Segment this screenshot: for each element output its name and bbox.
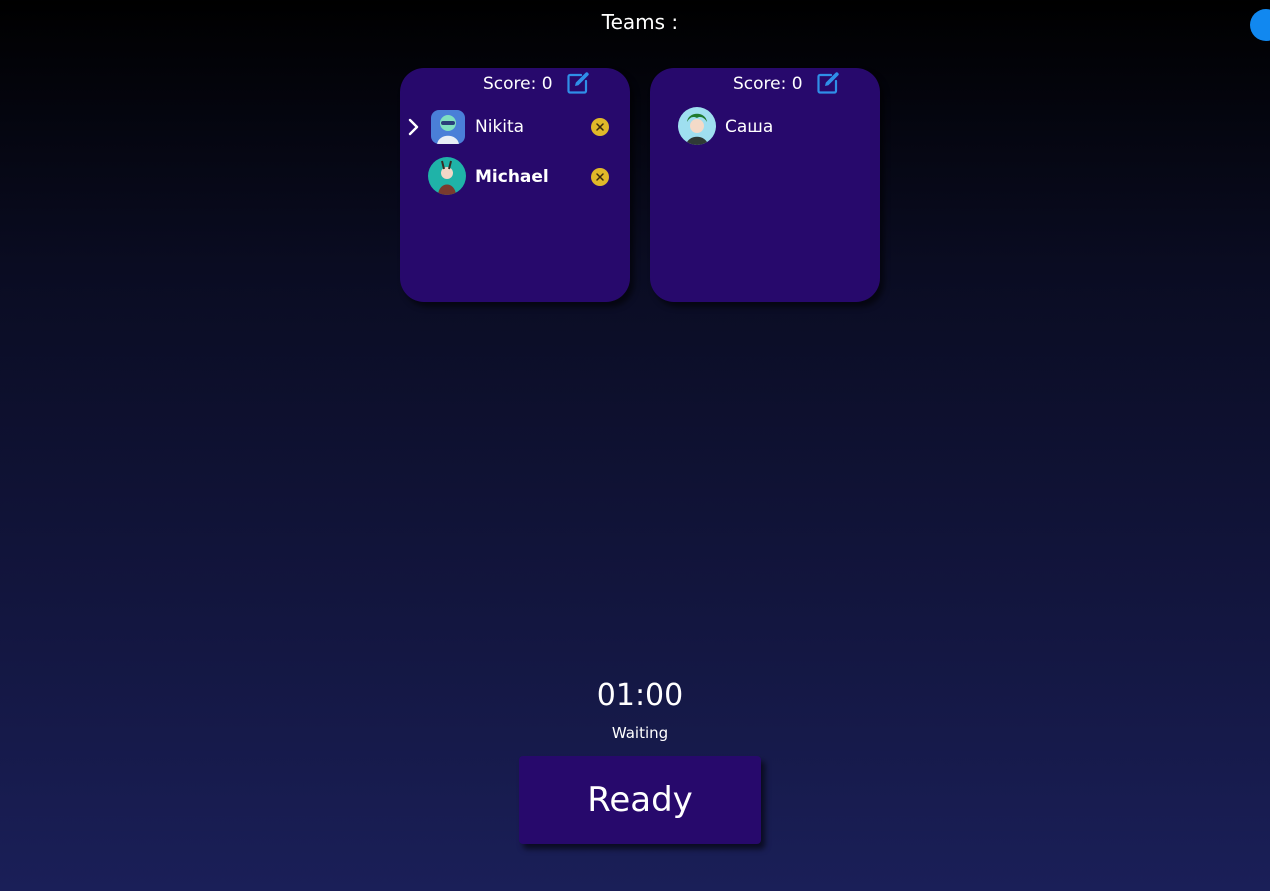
player-name: Nikita [475,117,525,137]
avatar-nikita [431,110,465,144]
game-status: Waiting [611,724,669,742]
player-name: Michael [475,167,549,187]
team-2-score: Score: 0 [733,74,803,94]
edit-icon [817,72,839,94]
avatar-michael [428,157,466,195]
chevron-right-icon [408,118,419,136]
player-name: Саша [725,117,774,137]
team-2-edit-button[interactable] [816,71,840,95]
team-card-2 [650,68,880,302]
edit-icon [567,72,589,94]
connection-indicator[interactable] [1250,9,1270,41]
page-title: Teams : [601,10,679,34]
ready-button[interactable]: Ready [519,756,761,844]
close-icon [596,123,604,131]
team-1-edit-button[interactable] [566,71,590,95]
remove-player-button[interactable] [591,118,609,136]
close-icon [596,173,604,181]
team-1-score: Score: 0 [483,74,553,94]
avatar-sasha [678,107,716,145]
round-timer: 01:00 [596,678,684,713]
remove-player-button[interactable] [591,168,609,186]
